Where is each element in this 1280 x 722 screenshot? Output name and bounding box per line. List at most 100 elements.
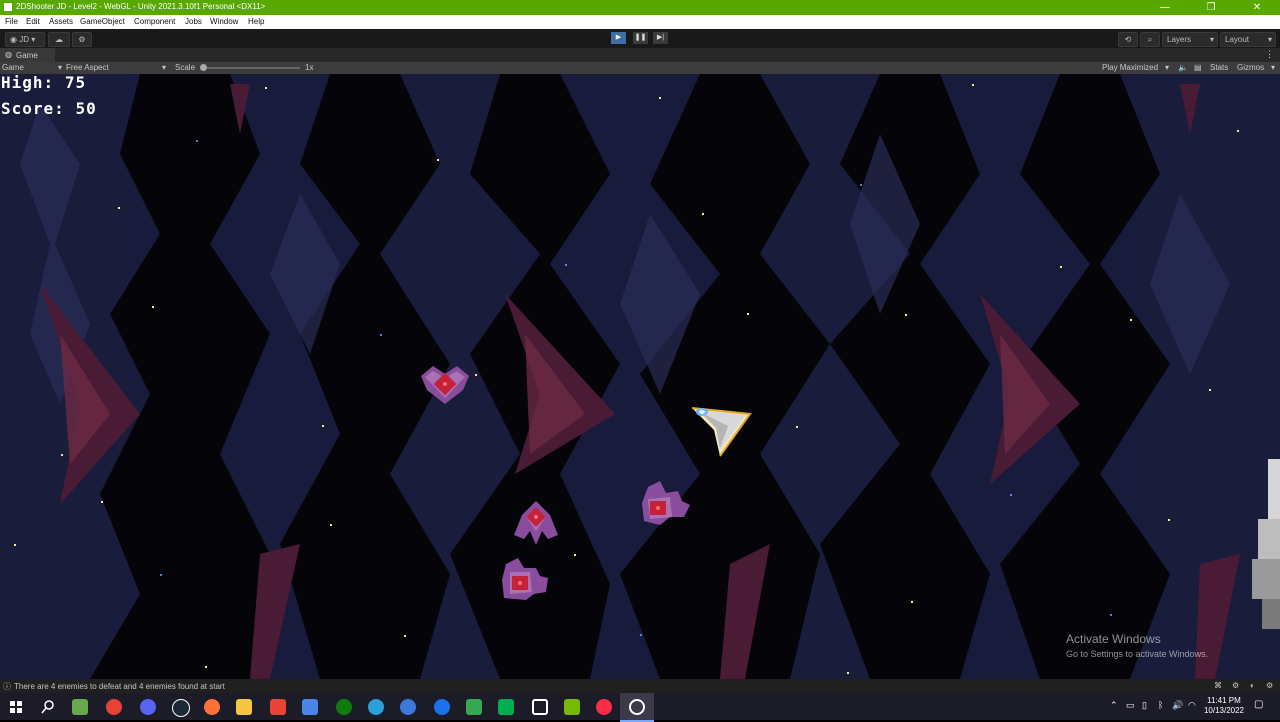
chevron-down-icon: ▾ [31, 35, 36, 44]
music-icon[interactable] [596, 699, 612, 715]
stats-button[interactable]: Stats [1210, 63, 1228, 72]
vsync-icon[interactable]: ▤ [1194, 63, 1202, 72]
minecraft-icon[interactable] [72, 699, 88, 715]
volume-icon[interactable]: 🔊 [1172, 700, 1183, 711]
info-icon: ⓘ [3, 682, 11, 691]
high-score-value: 75 [64, 74, 87, 92]
bug-icon[interactable]: ⚙ [1232, 681, 1239, 690]
editor-toolbar: ◉ JD ▾ ☁ ⚙ ▶ ❚❚ ▶| ⟲ ⌕ Layers ▾ Layout ▾ [0, 29, 1280, 48]
chrome-icon[interactable] [106, 699, 122, 715]
editor-tab-bar: ◍ Game ⋮ [0, 48, 1280, 62]
menu-window[interactable]: Window [210, 17, 238, 26]
menu-edit[interactable]: Edit [26, 17, 40, 26]
scale-slider-handle[interactable] [200, 64, 207, 71]
unity-editor-icon[interactable] [629, 699, 645, 715]
menu-jobs[interactable]: Jobs [185, 17, 202, 26]
scale-value: 1x [305, 63, 314, 72]
search-icon[interactable]: ⌕ [1140, 32, 1160, 47]
progress-icon[interactable]: ◐ [1250, 681, 1255, 690]
account-icon: ◉ [10, 35, 17, 44]
menu-gameobject[interactable]: GameObject [80, 17, 125, 26]
discord-icon[interactable] [140, 699, 156, 715]
system-clock[interactable]: 11:41 PM 10/13/2022 [1204, 696, 1244, 716]
gmail-icon[interactable] [270, 699, 286, 715]
chevron-down-icon: ▾ [1267, 35, 1272, 44]
display-dropdown[interactable]: Game [2, 63, 24, 72]
app-icon[interactable] [400, 699, 416, 715]
aspect-dropdown[interactable]: Free Aspect [66, 63, 109, 72]
step-button[interactable]: ▶| [653, 32, 668, 44]
console-status-bar[interactable]: ⓘ There are 4 enemies to defeat and 4 en… [0, 679, 1280, 693]
network-icon[interactable]: ⌘ [1214, 681, 1222, 690]
steam-icon[interactable] [172, 699, 190, 717]
window-title-bar: 2DShooter JD - Level2 - WebGL - Unity 20… [0, 0, 1280, 15]
close-button[interactable]: ✕ [1234, 0, 1280, 15]
menu-help[interactable]: Help [248, 17, 264, 26]
restore-button[interactable]: ❐ [1188, 0, 1234, 15]
score-label: Score: [1, 99, 65, 118]
menu-assets[interactable]: Assets [49, 17, 73, 26]
files-icon[interactable] [302, 699, 318, 715]
firefox-icon[interactable] [204, 699, 220, 715]
enemy-ship [502, 558, 548, 600]
chevron-down-icon: ▾ [1165, 63, 1170, 72]
layers-label: Layers [1167, 35, 1192, 44]
notification-icon[interactable]: ▢ [1254, 699, 1263, 710]
unity-hub-icon[interactable] [532, 699, 548, 715]
battery-icon[interactable]: ▯ [1142, 700, 1147, 711]
edge-icon[interactable] [368, 699, 384, 715]
app-icon[interactable] [498, 699, 514, 715]
gizmos-button[interactable]: Gizmos [1237, 63, 1264, 72]
scale-slider-track[interactable] [203, 67, 300, 69]
account-label: JD [19, 35, 29, 44]
game-view-controls: Game ▾ Free Aspect ▾ Scale 1x Play Maxim… [0, 62, 1280, 74]
xbox-icon[interactable] [336, 699, 352, 715]
high-score-label: High: [1, 74, 55, 92]
chevron-down-icon: ▾ [1209, 35, 1214, 44]
search-icon[interactable] [40, 699, 56, 715]
layers-dropdown[interactable]: Layers ▾ [1162, 32, 1218, 47]
tab-game[interactable]: ◍ Game [0, 48, 55, 62]
activation-subtext: Go to Settings to activate Windows. [1066, 649, 1209, 659]
window-title: 2DShooter JD - Level2 - WebGL - Unity 20… [16, 2, 266, 11]
windows-taskbar: ⌃ ▭ ▯ ᛒ 🔊 ◠ 11:41 PM 10/13/2022 ▢ [0, 693, 1280, 722]
minimize-button[interactable]: — [1142, 0, 1188, 15]
drive-icon[interactable] [466, 699, 482, 715]
clock-date: 10/13/2022 [1203, 706, 1244, 715]
layout-label: Layout [1225, 35, 1250, 44]
nvidia-icon[interactable] [564, 699, 580, 715]
chevron-down-icon: ▾ [1271, 63, 1276, 72]
chevron-down-icon: ▾ [162, 63, 167, 72]
current-score: Score: 50 [1, 99, 97, 118]
chevron-up-icon[interactable]: ⌃ [1110, 700, 1118, 711]
app-icon[interactable] [434, 699, 450, 715]
offscreen-object [1252, 459, 1280, 629]
menu-component[interactable]: Component [134, 17, 175, 26]
account-dropdown[interactable]: ◉ JD ▾ [5, 32, 45, 47]
enemy-ship [642, 481, 690, 525]
tab-game-label: Game [16, 51, 38, 60]
history-icon[interactable]: ⟲ [1118, 32, 1138, 47]
mute-audio-icon[interactable]: 🔈 [1178, 63, 1188, 72]
settings-icon[interactable]: ⚙ [1266, 681, 1273, 690]
more-options-icon[interactable]: ⋮ [1265, 49, 1274, 60]
network-icon[interactable]: ▭ [1126, 700, 1135, 711]
windows-start-icon[interactable] [8, 699, 24, 715]
unity-logo-icon [4, 3, 12, 11]
score-value: 50 [75, 99, 97, 118]
game-controller-icon: ◍ [5, 50, 12, 59]
file-explorer-icon[interactable] [236, 699, 252, 715]
layout-dropdown[interactable]: Layout ▾ [1220, 32, 1276, 47]
play-mode-dropdown[interactable]: Play Maximized [1102, 63, 1158, 72]
pause-button[interactable]: ❚❚ [633, 32, 648, 44]
bluetooth-icon[interactable]: ᛒ [1158, 700, 1163, 710]
activation-heading: Activate Windows [1066, 632, 1161, 646]
status-message: There are 4 enemies to defeat and 4 enem… [14, 682, 225, 691]
game-viewport[interactable]: High: 75 Score: 50 Activate Windows Go t… [0, 74, 1280, 679]
wifi-icon[interactable]: ◠ [1188, 700, 1196, 711]
play-button[interactable]: ▶ [611, 32, 626, 44]
enemy-ship [514, 501, 558, 545]
collab-icon[interactable]: ⚙ [72, 32, 92, 47]
cloud-icon[interactable]: ☁ [48, 32, 70, 47]
menu-file[interactable]: File [5, 17, 18, 26]
